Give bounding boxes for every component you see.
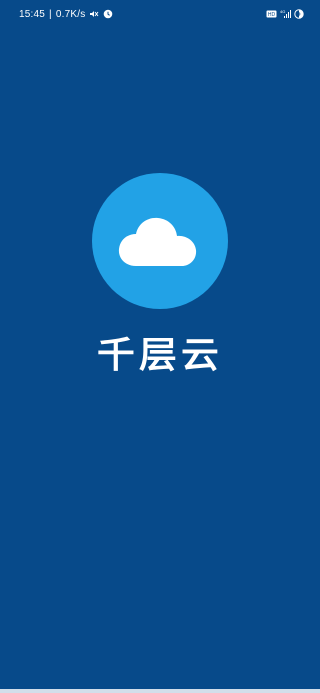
app-logo <box>92 173 228 309</box>
svg-text:4G: 4G <box>280 9 285 14</box>
battery-icon <box>294 9 304 19</box>
app-name: 千层云 <box>96 334 223 376</box>
status-time: 15:45 <box>19 8 46 20</box>
status-separator: | <box>49 8 52 20</box>
status-right: HD 4G <box>266 9 304 19</box>
status-bar: 15:45 | 0.7K/s HD 4G <box>0 0 320 28</box>
svg-text:HD: HD <box>268 12 276 18</box>
hd-icon: HD <box>266 9 277 19</box>
signal-4g-icon: 4G <box>280 9 291 19</box>
splash-screen: 15:45 | 0.7K/s HD 4G 千层云 <box>0 0 320 693</box>
cloud-icon <box>118 217 197 266</box>
alarm-icon <box>103 9 113 19</box>
network-speed: 0.7K/s <box>55 8 86 20</box>
bottom-strip <box>0 689 320 693</box>
mute-icon <box>89 9 99 19</box>
status-left: 15:45 | 0.7K/s <box>19 9 113 20</box>
